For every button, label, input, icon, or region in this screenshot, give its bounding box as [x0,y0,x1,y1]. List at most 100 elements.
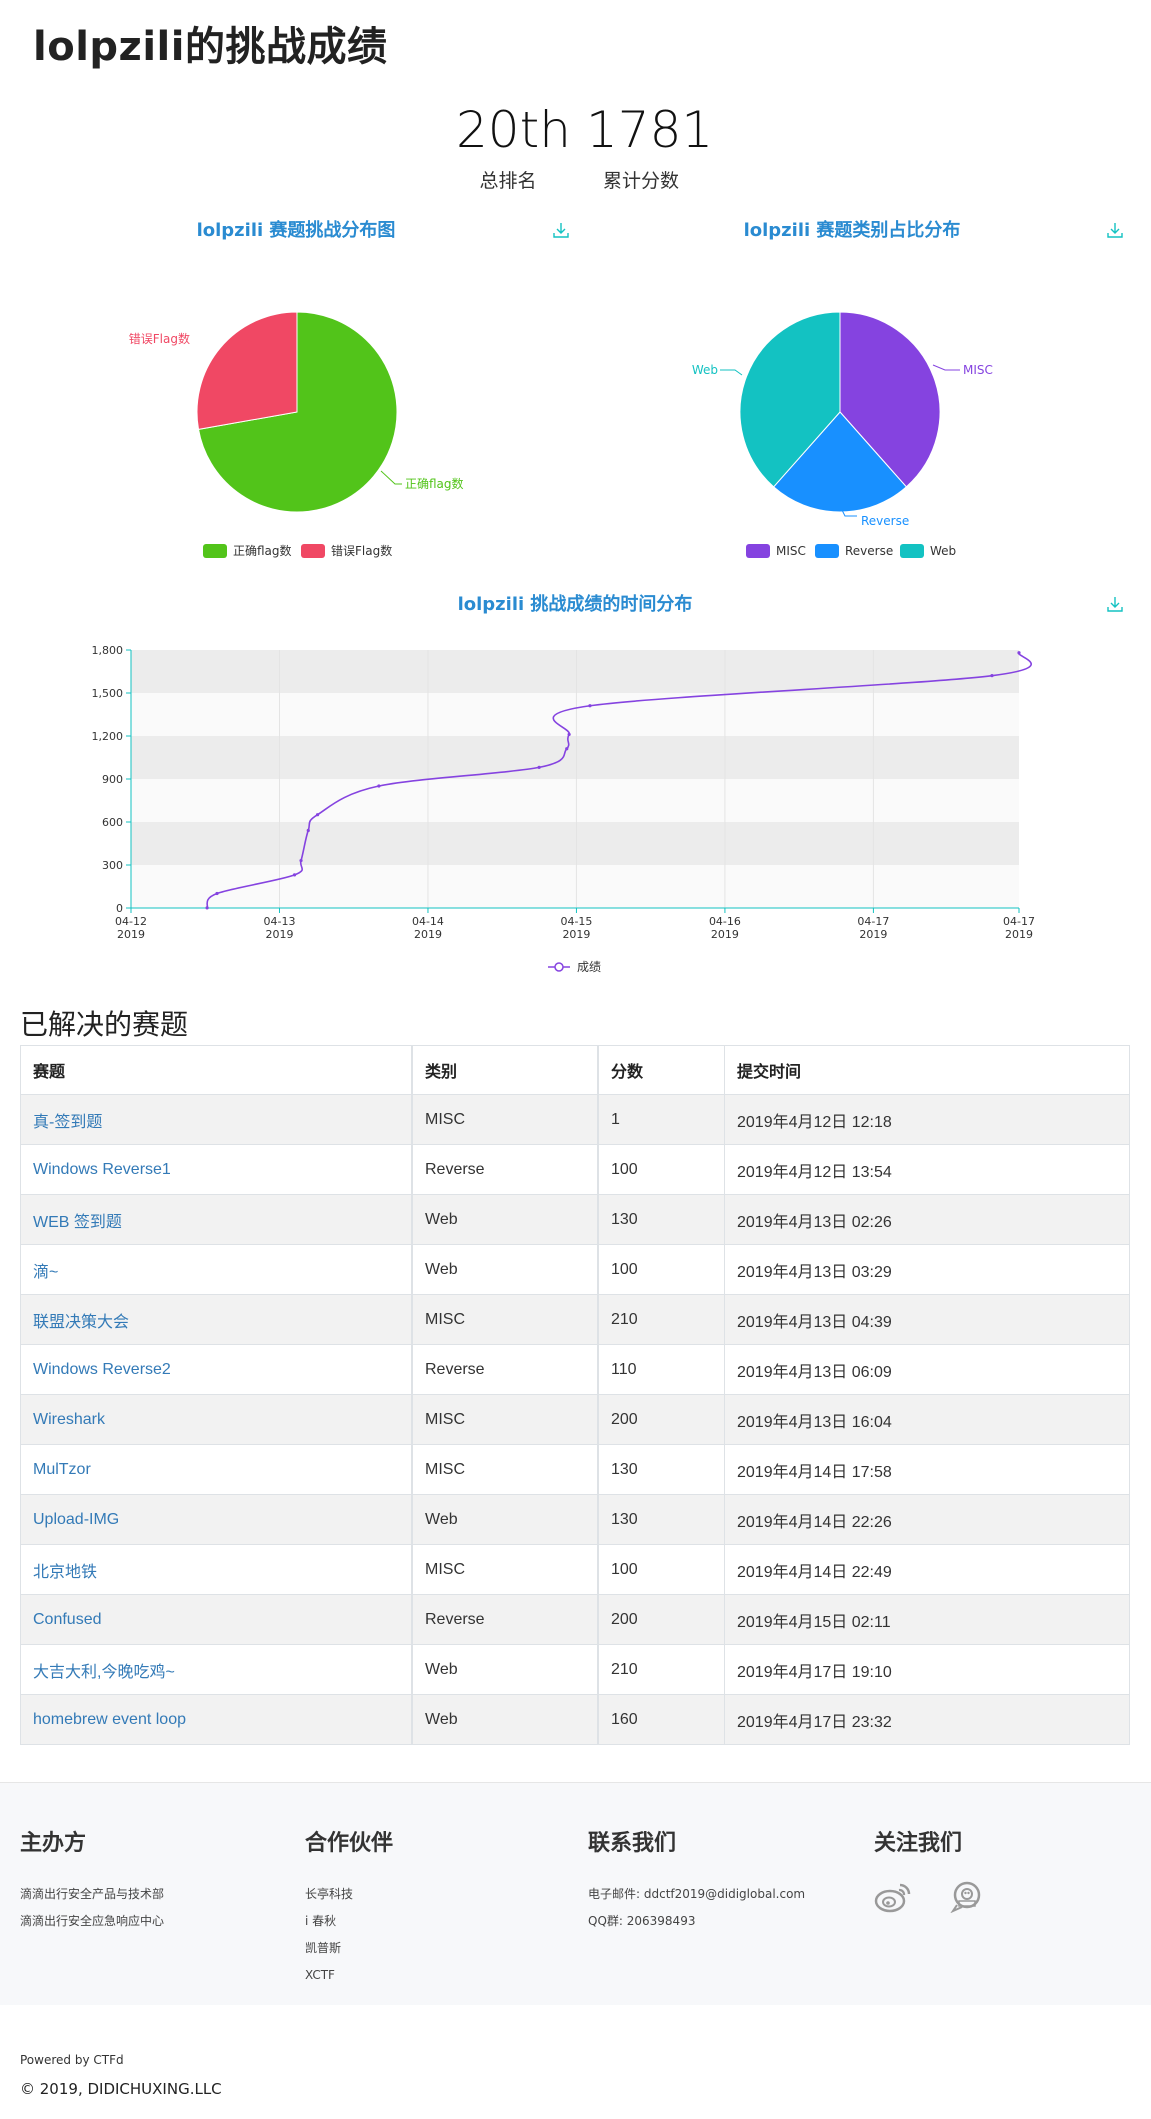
grid-band [131,736,1019,779]
x-tick-year: 2019 [1005,928,1033,941]
challenge-link[interactable]: 真-签到题 [33,1114,102,1131]
y-tick-label: 900 [102,773,123,786]
line-point[interactable] [205,906,209,910]
footer-heading: 联系我们 [588,1831,677,1856]
challenge-cell: Windows Reverse1 [20,1144,413,1195]
line-point[interactable] [377,784,381,788]
line-point[interactable] [990,674,994,678]
line-point[interactable] [565,747,569,751]
category-cell: Reverse [411,1594,599,1645]
download-icon[interactable] [1106,595,1124,613]
time-cell: 2019年4月12日 13:54 [724,1144,1130,1195]
line-point[interactable] [315,813,320,817]
score-cell: 130 [597,1494,725,1545]
download-icon[interactable] [1106,221,1124,239]
challenge-link[interactable]: 滴~ [33,1264,58,1281]
score-cell: 130 [597,1444,725,1495]
partner-link[interactable]: 长亭科技 [305,1881,393,1908]
category-cell: MISC [411,1094,599,1145]
category-cell: Web [411,1194,599,1245]
score-cell: 200 [597,1394,725,1445]
time-cell: 2019年4月17日 19:10 [724,1644,1130,1695]
score-cell: 110 [597,1344,725,1395]
powered-by[interactable]: Powered by CTFd [20,2053,124,2067]
weibo-icon[interactable] [874,1881,912,1917]
pie2-title: lolpzili 赛题类别占比分布 [743,220,961,241]
y-tick-label: 300 [102,859,123,872]
footer-text: 滴滴出行安全产品与技术部 [20,1887,165,1901]
challenge-cell: 真-签到题 [20,1094,413,1145]
grid-band [131,693,1019,736]
challenge-cell: 大吉大利,今晚吃鸡~ [20,1644,413,1695]
line-point[interactable] [299,858,303,863]
pie1-leader-correct [380,470,402,485]
challenge-link[interactable]: homebrew event loop [33,1711,186,1728]
table-row: MulTzor MISC 130 2019年4月14日 17:58 [20,1444,1130,1495]
challenge-link[interactable]: Confused [33,1611,102,1628]
pie2-label-reverse: Reverse [861,514,909,528]
category-cell: Reverse [411,1144,599,1195]
solved-table: 赛题 类别 分数 提交时间 真-签到题 MISC 1 2019年4月12日 12:18… [20,1045,1130,1745]
score-cell: 200 [597,1594,725,1645]
legend-swatch [815,544,839,558]
line-point[interactable] [588,704,592,708]
challenge-link[interactable]: WEB 签到题 [33,1214,122,1231]
challenge-link[interactable]: Upload-IMG [33,1511,119,1528]
challenge-cell: Windows Reverse2 [20,1344,413,1395]
pie2-leader-misc [932,364,960,371]
line-legend[interactable]: 成绩 [548,960,601,974]
partner-link[interactable]: XCTF [305,1962,393,1989]
footer: 主办方 滴滴出行安全产品与技术部 滴滴出行安全应急响应中心 合作伙伴 长亭科技 … [0,1782,1151,2005]
wechat-icon[interactable] [949,1881,985,1917]
pie1-label-correct: 正确flag数 [405,476,464,491]
challenge-link[interactable]: Windows Reverse1 [33,1161,171,1178]
line-point[interactable] [215,891,219,896]
partner-link[interactable]: i 春秋 [305,1908,393,1935]
contact-email[interactable]: 电子邮件: ddctf2019@didiglobal.com [588,1881,805,1908]
column-header-time[interactable]: 提交时间 [724,1045,1130,1095]
legend-swatch [301,544,325,558]
column-header-challenge[interactable]: 赛题 [20,1045,413,1095]
table-row: 滴~ Web 100 2019年4月13日 03:29 [20,1244,1130,1295]
partner-link[interactable]: 凯普斯 [305,1935,393,1962]
footer-follow: 关注我们 [874,1825,1017,1917]
challenge-cell: Wireshark [20,1394,413,1445]
line-point[interactable] [1017,651,1021,655]
line-point[interactable] [292,873,297,877]
category-cell: MISC [411,1444,599,1495]
pie2-legend[interactable]: MISC Reverse Web [746,544,956,558]
time-cell: 2019年4月12日 12:18 [724,1094,1130,1145]
legend-label: 成绩 [577,960,601,974]
rank-label: 总排名 [479,170,537,192]
footer-heading: 合作伙伴 [305,1831,394,1856]
line-point[interactable] [537,765,541,769]
line-point[interactable] [567,732,571,737]
score-cell: 100 [597,1144,725,1195]
time-cell: 2019年4月13日 16:04 [724,1394,1130,1445]
legend-label: 正确flag数 [233,543,292,558]
pie1-slice--flag-[interactable] [196,311,298,430]
challenge-link[interactable]: 联盟决策大会 [33,1314,129,1331]
time-cell: 2019年4月14日 22:26 [724,1494,1130,1545]
score-label: 累计分数 [602,170,679,192]
download-icon[interactable] [552,221,570,239]
pie1-legend[interactable]: 正确flag数 错误Flag数 [203,543,392,558]
contact-qq: QQ群: 206398493 [588,1914,696,1928]
table-row: Wireshark MISC 200 2019年4月13日 16:04 [20,1394,1130,1445]
pie2-label-misc: MISC [963,363,993,377]
line-title: lolpzili 挑战成绩的时间分布 [457,594,693,615]
x-tick-label: 04-12 [115,915,147,928]
legend-label: MISC [776,544,806,558]
x-tick-year: 2019 [414,928,442,941]
challenge-link[interactable]: Windows Reverse2 [33,1361,171,1378]
challenge-link[interactable]: Wireshark [33,1411,105,1428]
table-row: Windows Reverse1 Reverse 100 2019年4月12日 13:… [20,1144,1130,1195]
column-header-category[interactable]: 类别 [411,1045,599,1095]
x-tick-label: 04-17 [857,915,889,928]
x-tick-year: 2019 [562,928,590,941]
challenge-link[interactable]: MulTzor [33,1461,91,1478]
line-point[interactable] [306,828,310,833]
challenge-link[interactable]: 大吉大利,今晚吃鸡~ [33,1664,175,1681]
challenge-link[interactable]: 北京地铁 [33,1564,97,1581]
column-header-score[interactable]: 分数 [597,1045,725,1095]
